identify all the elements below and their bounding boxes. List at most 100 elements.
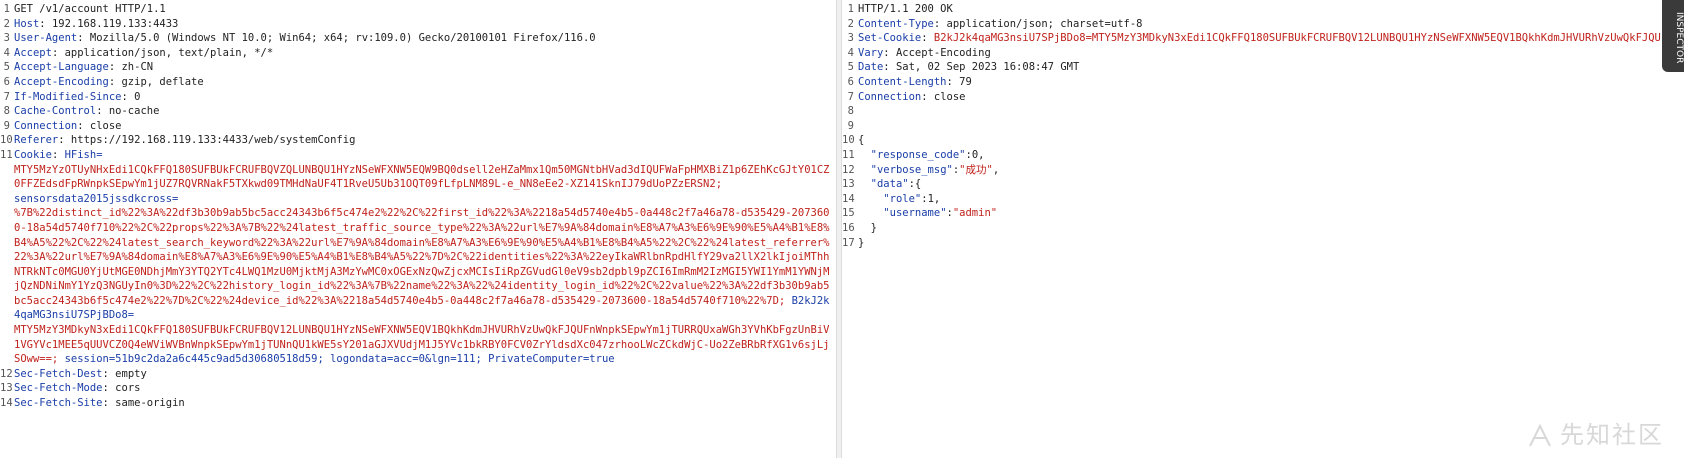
pane-splitter-handle[interactable]: ⋮ (820, 223, 830, 233)
line-content: HTTP/1.1 200 OK (858, 2, 1662, 17)
line-number: 1 (847, 3, 854, 15)
header-row: 9 Connection: close (0, 119, 832, 134)
line-content: Accept-Encoding: gzip, deflate (14, 75, 832, 90)
header-name: Connection (14, 119, 78, 132)
header-value: 0 (134, 90, 141, 103)
header-row: 13 Sec-Fetch-Mode: cors (0, 381, 832, 396)
json-row: 17} (842, 236, 1662, 251)
header-name: User-Agent (14, 32, 78, 45)
line-number: 15 (842, 207, 855, 220)
json-close-brace: } (858, 236, 865, 249)
response-lines: 1 HTTP/1.1 200 OK 2 Content-Type: applicati… (842, 0, 1662, 250)
cookie-private-computer: PrivateComputer=true (488, 353, 615, 366)
blank-row: 8 (842, 104, 1662, 119)
inspector-tab[interactable]: INSPECTOR (1662, 0, 1684, 72)
cookie-header-name: Cookie (14, 148, 52, 161)
header-row: 8 Cache-Control: no-cache (0, 104, 832, 119)
header-value: https://192.168.119.133:4433/web/systemC… (70, 134, 356, 147)
line-number: 11 (842, 148, 855, 161)
line-content: Connection: close (14, 119, 832, 134)
header-row: 7 If-Modified-Since: 0 (0, 90, 832, 105)
line-number: 12 (0, 367, 13, 380)
line-number: 5 (847, 61, 854, 74)
line-content: User-Agent: Mozilla/5.0 (Windows NT 10.0… (14, 31, 832, 46)
line-content: Cache-Control: no-cache (14, 104, 832, 119)
header-row: 6 Content-Length: 79 (842, 75, 1662, 90)
text-fragment (858, 178, 871, 190)
request-lines: 1 GET /v1/account HTTP/1.1 2 Host: 192.168.… (0, 0, 832, 411)
text-fragment (858, 207, 883, 219)
line-content: { (858, 133, 1662, 148)
header-name: Accept-Encoding (14, 75, 109, 88)
line-content: Date: Sat, 02 Sep 2023 16:08:47 GMT (858, 60, 1662, 75)
json-row: 16 } (842, 221, 1662, 236)
header-value: zh-CN (121, 61, 154, 74)
text-fragment (858, 164, 871, 176)
line-number: 17 (842, 236, 855, 249)
status-line: HTTP/1.1 200 OK (858, 3, 953, 15)
line-number: 11 (0, 148, 13, 161)
json-row: 14 "role":1, (842, 192, 1662, 207)
text-fragment (858, 193, 883, 205)
json-open-brace: { (858, 134, 865, 147)
cookie-logondata: logondata=acc=0&lgn=111; (330, 353, 482, 366)
line-number: 4 (3, 46, 10, 59)
header-value: close (933, 90, 966, 103)
line-content: Vary: Accept-Encoding (858, 46, 1662, 61)
line-content: "verbose_msg":"成功", (858, 163, 1662, 178)
header-value: B2kJ2k4qaMG3nsiU7SPjBDo8=MTY5MzY3MDkyN3x… (933, 32, 1661, 45)
line-content: "role":1, (858, 192, 1662, 207)
line-content: Referer: https://192.168.119.133:4433/we… (14, 133, 832, 148)
json-string: "成功" (959, 163, 993, 176)
header-row: 2 Host: 192.168.119.133:4433 (0, 17, 832, 32)
line-content: "response_code":0, (858, 148, 1662, 163)
line-number: 3 (3, 32, 10, 45)
header-name: Date (858, 61, 884, 74)
header-name: Accept (14, 46, 52, 59)
line-content: } (858, 236, 1662, 251)
response-viewer[interactable]: 1 HTTP/1.1 200 OK 2 Content-Type: applicati… (842, 0, 1662, 458)
line-content: Cookie: HFish= MTY5MzYzOTUyNHxEdi1CQkFFQ… (14, 148, 832, 367)
text-fragment (858, 149, 871, 161)
json-open-brace: { (914, 178, 922, 191)
line-number: 10 (0, 134, 13, 147)
header-name: Accept-Language (14, 61, 109, 74)
line-content: Accept-Language: zh-CN (14, 60, 832, 75)
header-row: 3 User-Agent: Mozilla/5.0 (Windows NT 10.… (0, 31, 832, 46)
header-name: Sec-Fetch-Dest (14, 367, 103, 380)
json-string: "admin" (952, 207, 998, 220)
header-value: application/json; charset=utf-8 (946, 17, 1143, 30)
line-number: 13 (0, 382, 13, 395)
header-value: close (89, 119, 122, 132)
header-row: 5 Accept-Language: zh-CN (0, 60, 832, 75)
line-content (858, 119, 1662, 134)
header-name: Content-Length (858, 75, 947, 88)
json-row: 15 "username":"admin" (842, 206, 1662, 221)
blank-row: 9 (842, 119, 1662, 134)
comma: , (978, 148, 985, 161)
header-name: Referer (14, 134, 59, 147)
watermark-logo-icon (1529, 423, 1551, 447)
json-row: 13 "data":{ (842, 177, 1662, 192)
line-content: GET /v1/account HTTP/1.1 (14, 2, 832, 17)
line-number: 5 (3, 61, 10, 74)
header-value: gzip, deflate (121, 75, 204, 88)
header-name: Sec-Fetch-Mode (14, 382, 103, 395)
line-number: 9 (3, 119, 10, 132)
header-row: 3 Set-Cookie: B2kJ2k4qaMG3nsiU7SPjBDo8=MT… (842, 31, 1662, 46)
header-value: same-origin (115, 397, 185, 410)
comma: , (933, 192, 941, 205)
line-number: 7 (3, 90, 10, 103)
request-line-row: 1 GET /v1/account HTTP/1.1 (0, 2, 832, 17)
json-key: "role" (883, 192, 922, 205)
header-name: Vary (858, 46, 884, 59)
line-number: 16 (842, 221, 855, 234)
request-editor[interactable]: 1 GET /v1/account HTTP/1.1 2 Host: 192.168.… (0, 0, 832, 458)
line-content: Content-Type: application/json; charset=… (858, 17, 1662, 32)
header-value: 79 (959, 75, 972, 88)
json-close-brace: } (870, 221, 877, 234)
line-number: 2 (847, 17, 854, 30)
header-name: Sec-Fetch-Site (14, 397, 103, 410)
line-number: 14 (842, 192, 855, 205)
header-row: 12 Sec-Fetch-Dest: empty (0, 367, 832, 382)
